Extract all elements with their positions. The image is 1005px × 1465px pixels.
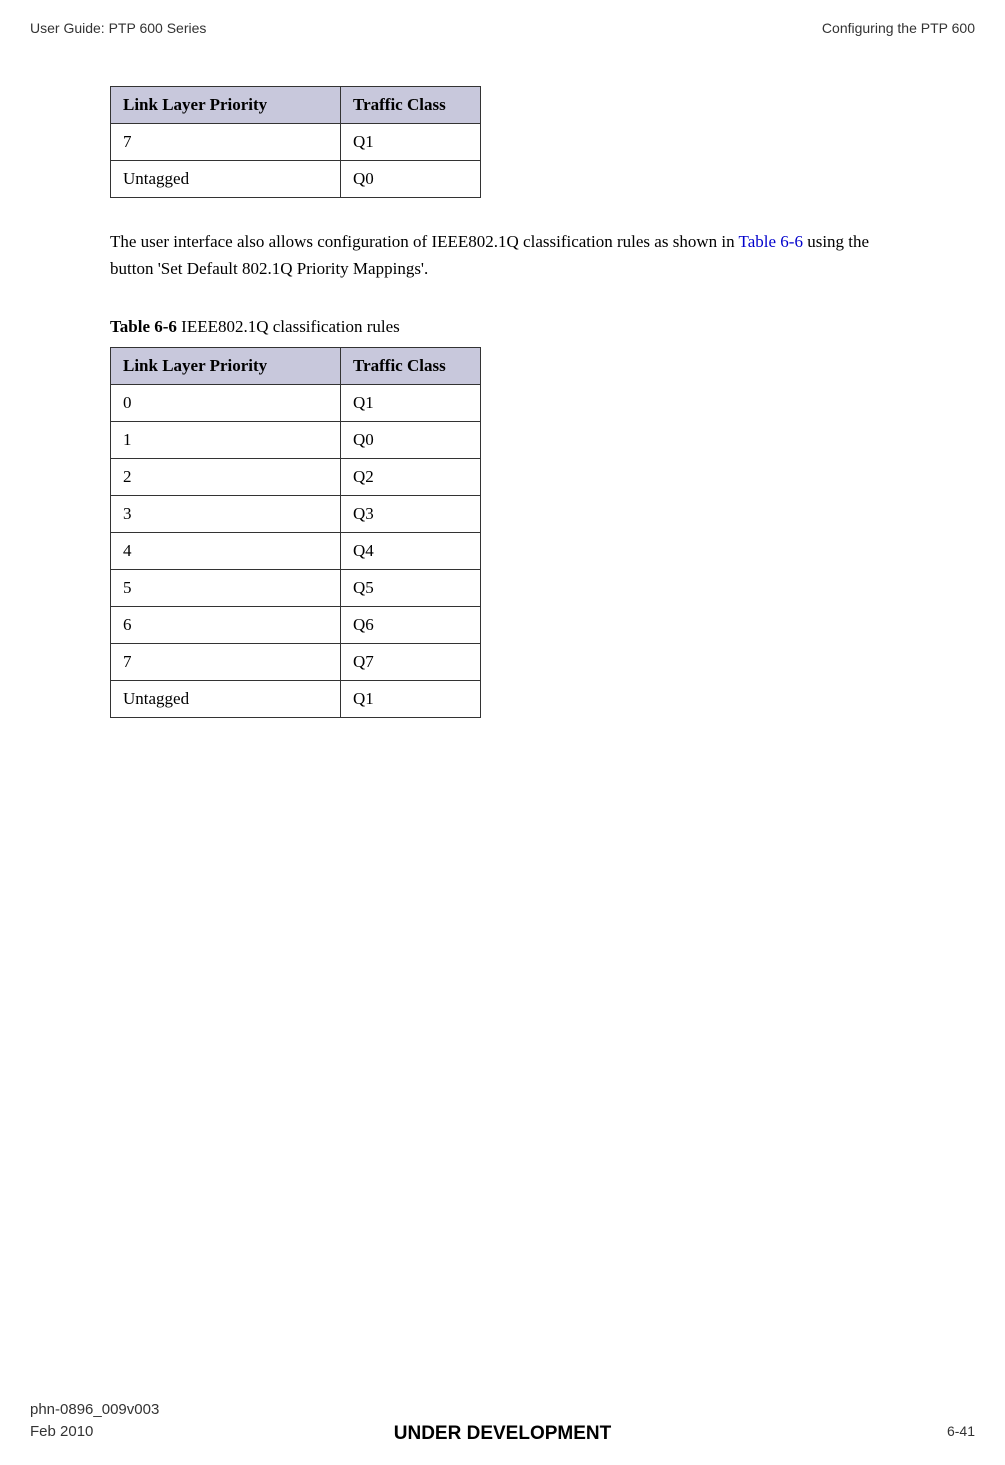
table-cell: Untagged: [111, 161, 341, 198]
table-1: Link Layer Priority Traffic Class 7 Q1 U…: [110, 86, 481, 198]
table-row: 3 Q3: [111, 496, 481, 533]
header-right: Configuring the PTP 600: [822, 20, 975, 36]
table-2: Link Layer Priority Traffic Class 0 Q1 1…: [110, 347, 481, 718]
table-cell: 6: [111, 607, 341, 644]
table-row: Untagged Q1: [111, 681, 481, 718]
table-row: 1 Q0: [111, 422, 481, 459]
table-caption: Table 6-6 IEEE802.1Q classification rule…: [110, 317, 905, 337]
table-row: Link Layer Priority Traffic Class: [111, 348, 481, 385]
table-row: Link Layer Priority Traffic Class: [111, 87, 481, 124]
table-cell: Q0: [341, 422, 481, 459]
table-cell: 2: [111, 459, 341, 496]
caption-label: Table 6-6: [110, 317, 177, 336]
table-row: 6 Q6: [111, 607, 481, 644]
table-row: 7 Q1: [111, 124, 481, 161]
table-cell: Q2: [341, 459, 481, 496]
table-row: 2 Q2: [111, 459, 481, 496]
page-header: User Guide: PTP 600 Series Configuring t…: [0, 0, 1005, 36]
footer-doc-id: phn-0896_009v003: [30, 1401, 975, 1418]
table-header-cell: Traffic Class: [341, 348, 481, 385]
table-cell: Q3: [341, 496, 481, 533]
table-header-cell: Link Layer Priority: [111, 348, 341, 385]
table-row: 0 Q1: [111, 385, 481, 422]
footer-date: Feb 2010: [30, 1423, 93, 1440]
page-content: Link Layer Priority Traffic Class 7 Q1 U…: [0, 36, 1005, 718]
table-row: Untagged Q0: [111, 161, 481, 198]
paragraph-text: The user interface also allows configura…: [110, 232, 739, 251]
table-row: 4 Q4: [111, 533, 481, 570]
table-cell: 4: [111, 533, 341, 570]
table-cell: Q4: [341, 533, 481, 570]
footer-bottom-row: Feb 2010 UNDER DEVELOPMENT 6-41: [30, 1423, 975, 1440]
table-cell: 5: [111, 570, 341, 607]
table-cell: 0: [111, 385, 341, 422]
table-cell: Q1: [341, 385, 481, 422]
table-row: 5 Q5: [111, 570, 481, 607]
table-reference-link[interactable]: Table 6-6: [739, 232, 803, 251]
page-footer: phn-0896_009v003 Feb 2010 UNDER DEVELOPM…: [0, 1401, 1005, 1440]
table-row: 7 Q7: [111, 644, 481, 681]
table-header-cell: Traffic Class: [341, 87, 481, 124]
footer-page-number: 6-41: [947, 1423, 975, 1439]
table-cell: 1: [111, 422, 341, 459]
table-cell: Q7: [341, 644, 481, 681]
body-paragraph: The user interface also allows configura…: [110, 228, 905, 282]
table-cell: Q1: [341, 681, 481, 718]
table-cell: Q0: [341, 161, 481, 198]
table-header-cell: Link Layer Priority: [111, 87, 341, 124]
footer-status: UNDER DEVELOPMENT: [394, 1423, 611, 1445]
table-cell: 3: [111, 496, 341, 533]
table-cell: 7: [111, 124, 341, 161]
table-cell: Untagged: [111, 681, 341, 718]
caption-title: IEEE802.1Q classification rules: [177, 317, 400, 336]
table-cell: Q1: [341, 124, 481, 161]
table-cell: Q5: [341, 570, 481, 607]
table-cell: 7: [111, 644, 341, 681]
table-cell: Q6: [341, 607, 481, 644]
header-left: User Guide: PTP 600 Series: [30, 20, 206, 36]
